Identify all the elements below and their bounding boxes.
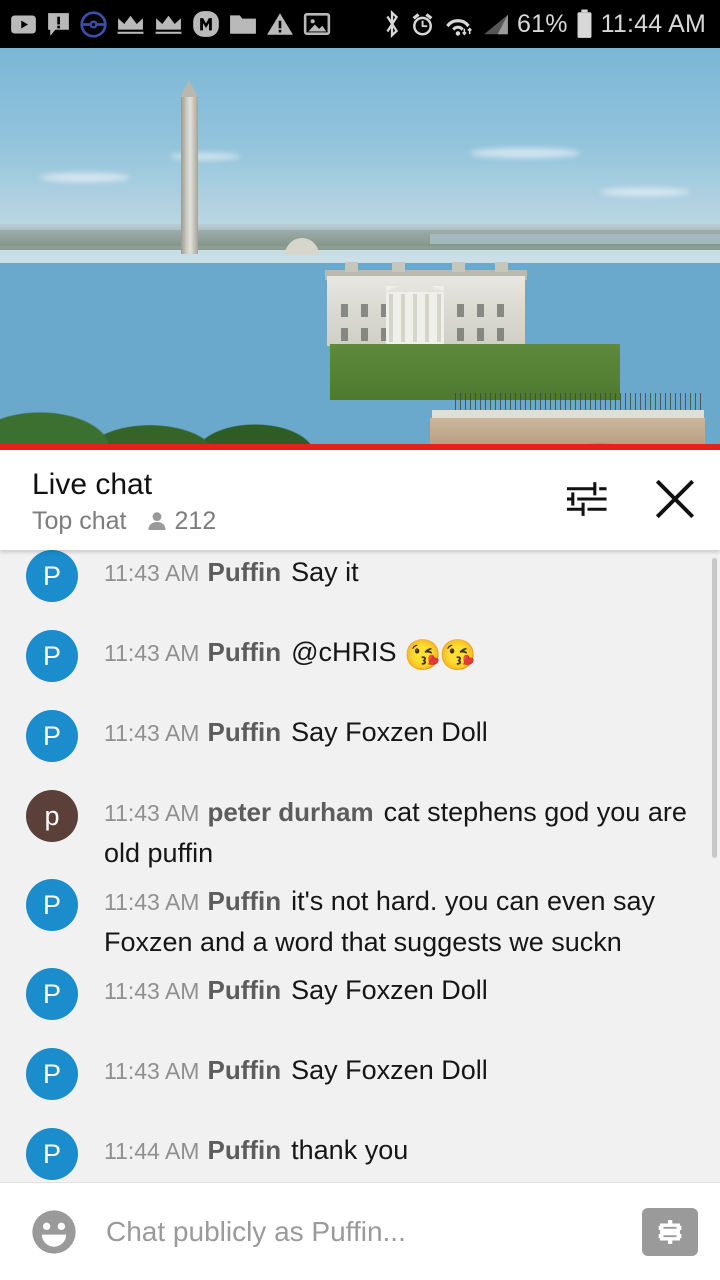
chat-message-body: 11:43 AM Puffin Say it (104, 550, 359, 593)
message-author[interactable]: Puffin (207, 717, 281, 747)
avatar[interactable]: P (26, 1128, 78, 1180)
chat-message-row[interactable]: P 11:43 AM Puffin Say it (0, 550, 720, 624)
live-chat-header-actions (564, 468, 698, 522)
avatar[interactable]: P (26, 968, 78, 1020)
message-text: thank you (291, 1135, 409, 1165)
clock-label: 11:44 AM (600, 9, 706, 38)
chat-message-row[interactable]: p 11:43 AM peter durham cat stephens god y… (0, 784, 720, 873)
dollar-sign-icon[interactable] (642, 1207, 698, 1256)
chat-message-row[interactable]: P 11:43 AM Puffin Say Foxzen Doll (0, 1042, 720, 1122)
cloud (470, 148, 580, 158)
warning-triangle-icon (267, 13, 293, 35)
live-chat-subheader: Top chat 212 (32, 507, 216, 535)
avatar[interactable]: P (26, 1048, 78, 1100)
image-icon (303, 13, 331, 35)
potomac-river (430, 234, 720, 244)
m-logo-icon (193, 11, 219, 37)
youtube-icon (11, 15, 36, 33)
chat-settings-sliders-icon[interactable] (564, 478, 608, 520)
message-author[interactable]: peter durham (207, 797, 373, 827)
message-author[interactable]: Puffin (207, 975, 281, 1005)
message-timestamp: 11:43 AM (104, 560, 200, 586)
crown-icon (117, 15, 144, 34)
viewer-count-group: 212 (145, 507, 217, 535)
status-bar-notification-icons (10, 10, 331, 38)
signal-icon (484, 14, 508, 34)
chat-message-body: 11:43 AM Puffin Say Foxzen Doll (104, 1042, 488, 1091)
video-player[interactable] (0, 48, 720, 450)
alarm-icon (412, 12, 433, 36)
message-timestamp: 11:43 AM (104, 1058, 200, 1084)
chat-scrollbar[interactable] (712, 558, 717, 858)
avatar[interactable]: P (26, 879, 78, 931)
message-text: @cHRIS (291, 637, 405, 667)
message-author[interactable]: Puffin (207, 1055, 281, 1085)
wifi-icon (446, 18, 472, 36)
chat-mode-label[interactable]: Top chat (32, 507, 127, 535)
chat-message-row[interactable]: P 11:43 AM Puffin Say Foxzen Doll (0, 962, 720, 1042)
message-timestamp: 11:43 AM (104, 720, 200, 746)
kissing-face-emoji: 😘😘 (404, 639, 477, 672)
crown-icon (155, 15, 182, 34)
message-author[interactable]: Puffin (207, 1135, 281, 1165)
avatar[interactable]: P (26, 550, 78, 602)
chat-message-row[interactable]: P 11:43 AM Puffin Say Foxzen Doll (0, 704, 720, 784)
message-timestamp: 11:43 AM (104, 640, 200, 666)
message-text: Say Foxzen Doll (291, 1055, 488, 1085)
washington-monument (180, 80, 198, 254)
message-alert-icon (48, 12, 69, 36)
chat-input-bar (0, 1182, 720, 1280)
cloud (40, 173, 130, 182)
bluetooth-icon (386, 10, 399, 38)
chat-message-row[interactable]: P 11:44 AM Puffin thank you (0, 1122, 720, 1182)
message-text: Say Foxzen Doll (291, 975, 488, 1005)
viewer-count-label: 212 (174, 507, 217, 535)
chat-message-body: 11:43 AM Puffin Say Foxzen Doll (104, 704, 488, 753)
avatar[interactable]: P (26, 630, 78, 682)
chat-message-row[interactable]: P 11:43 AM Puffin it's not hard. you can e… (0, 873, 720, 962)
chat-message-body: 11:43 AM Puffin @cHRIS 😘😘 (104, 624, 477, 676)
avatar[interactable]: P (26, 710, 78, 762)
status-bar: 61% 11:44 AM (0, 0, 720, 48)
battery-icon (575, 9, 594, 39)
battery-percent-label: 61% (516, 9, 568, 38)
message-text: Say it (291, 557, 359, 587)
tree-canopy (0, 244, 720, 450)
pokeball-icon (80, 10, 107, 38)
chat-message-body: 11:43 AM Puffin it's not hard. you can eve… (104, 873, 700, 962)
chat-message-body: 11:43 AM Puffin Say Foxzen Doll (104, 962, 488, 1011)
chat-message-body: 11:44 AM Puffin thank you (104, 1122, 408, 1171)
folder-icon (230, 15, 256, 34)
chat-message-body: 11:43 AM peter durham cat stephens god you… (104, 784, 700, 873)
message-author[interactable]: Puffin (207, 557, 281, 587)
status-bar-system-icons: 61% 11:44 AM (382, 9, 706, 39)
person-icon (147, 512, 166, 530)
message-author[interactable]: Puffin (207, 637, 281, 667)
chat-message-list[interactable]: P 11:43 AM Puffin Say it P 11:43 AM Puffin @… (0, 550, 720, 1182)
page-title: Live chat (32, 468, 153, 501)
cloud (600, 188, 690, 196)
message-text: Say Foxzen Doll (291, 717, 488, 747)
chat-message-row[interactable]: P 11:43 AM Puffin @cHRIS 😘😘 (0, 624, 720, 704)
smiley-face-icon[interactable] (28, 1206, 80, 1258)
message-timestamp: 11:44 AM (104, 1138, 200, 1164)
message-timestamp: 11:43 AM (104, 800, 200, 826)
avatar[interactable]: p (26, 790, 78, 842)
message-timestamp: 11:43 AM (104, 978, 200, 1004)
close-x-icon[interactable] (652, 476, 698, 522)
message-timestamp: 11:43 AM (104, 889, 200, 915)
chat-input[interactable] (106, 1215, 642, 1248)
live-chat-header-text: Live chat Top chat 212 (32, 468, 216, 535)
live-chat-header: Live chat Top chat 212 (0, 450, 720, 550)
message-author[interactable]: Puffin (207, 886, 281, 916)
